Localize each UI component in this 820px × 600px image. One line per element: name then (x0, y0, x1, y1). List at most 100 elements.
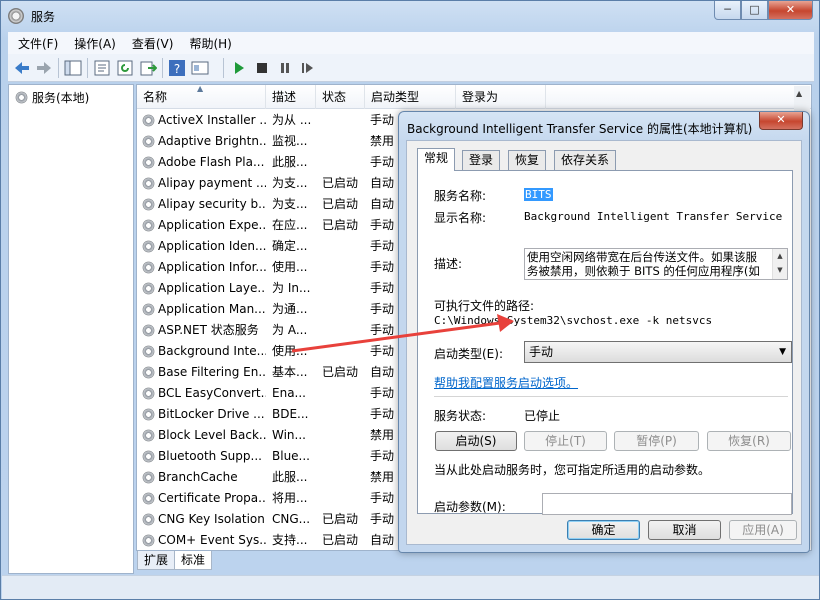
dialog-body: 常规 登录 恢复 依存关系 服务名称: BITS 显示名称: Backgroun… (406, 140, 802, 545)
tree-node-local-services[interactable]: 服务(本地) (14, 89, 89, 106)
service-description-cell: 在应... (272, 218, 308, 232)
tab-extended[interactable]: 扩展 (137, 551, 176, 570)
display-name-value[interactable]: Background Intelligent Transfer Service (524, 210, 782, 223)
startup-type-label: 启动类型(E): (434, 347, 503, 361)
sort-ascending-icon: ▲ (197, 84, 204, 93)
start-params-input[interactable] (542, 493, 792, 515)
service-name-cell: Block Level Back... (158, 428, 266, 442)
refresh-icon[interactable] (116, 59, 134, 77)
service-description-cell: 为 A... (272, 323, 308, 337)
service-description-cell: BDE... (272, 407, 309, 421)
service-description-cell: 确定... (272, 239, 308, 253)
dialog-close-button[interactable]: ✕ (759, 112, 803, 130)
start-params-label: 启动参数(M): (434, 500, 506, 514)
startup-type-value: 手动 (529, 345, 554, 359)
title-bar[interactable]: 服务 ─ □ ✕ (1, 1, 819, 31)
properties-icon[interactable] (93, 59, 111, 77)
tab-recovery[interactable]: 恢复 (508, 150, 547, 170)
pause-icon[interactable] (276, 59, 294, 77)
menu-file[interactable]: 文件(F) (18, 35, 58, 52)
cancel-button[interactable]: 取消 (648, 520, 721, 540)
service-name-cell: Alipay security b... (158, 197, 266, 211)
resume-button[interactable]: 恢复(R) (707, 431, 791, 451)
description-textbox[interactable]: 使用空闲网络带宽在后台传送文件。如果该服 务被禁用，则依赖于 BITS 的任何应… (524, 248, 788, 280)
pause-button[interactable]: 暂停(P) (614, 431, 699, 451)
gear-icon (141, 239, 156, 254)
service-status-cell: 已启动 (322, 512, 359, 526)
column-header-logon-as[interactable]: 登录为 (456, 85, 546, 109)
gear-icon (141, 407, 156, 422)
service-name-cell: BranchCache (158, 470, 238, 484)
menu-action[interactable]: 操作(A) (74, 35, 116, 52)
help-icon[interactable]: ? (168, 59, 186, 77)
tab-general[interactable]: 常规 (417, 148, 456, 171)
service-name-value[interactable]: BITS (524, 188, 553, 201)
services-tree: 服务(本地) (8, 84, 134, 574)
gear-icon (141, 302, 156, 317)
gear-icon (141, 365, 156, 380)
service-description-cell: 为支... (272, 176, 308, 190)
toolbar-separator (58, 58, 59, 78)
column-header-startup-type[interactable]: 启动类型 (365, 85, 456, 109)
dropdown-arrow-icon: ▼ (779, 347, 786, 357)
toolbar-separator (162, 58, 163, 78)
service-status-cell: 已启动 (322, 197, 359, 211)
display-name-label: 显示名称: (434, 211, 487, 225)
service-status-cell: 已启动 (322, 365, 359, 379)
gear-icon (141, 176, 156, 191)
service-name-cell: Certificate Propa... (158, 491, 266, 505)
service-name-cell: Application Man... (158, 302, 266, 316)
service-name-cell: Alipay payment ... (158, 176, 266, 190)
help-configure-link[interactable]: 帮助我配置服务启动选项。 (434, 374, 578, 391)
description-scrollbar[interactable]: ▲ ▼ (772, 249, 787, 279)
minimize-button[interactable]: ─ (714, 1, 741, 20)
list-header: 名称 ▲ 描述 状态 启动类型 登录为 (137, 85, 811, 109)
play-icon[interactable] (230, 59, 248, 77)
service-status-cell: 已启动 (322, 218, 359, 232)
executable-path-value[interactable]: C:\Windows\System32\svchost.exe -k netsv… (434, 314, 712, 327)
maximize-button[interactable]: □ (741, 1, 768, 20)
ok-button[interactable]: 确定 (567, 520, 640, 540)
menu-view[interactable]: 查看(V) (132, 35, 174, 52)
service-description-cell: 支持... (272, 533, 308, 547)
gear-icon (141, 323, 156, 338)
service-name-cell: Application Expe... (158, 218, 266, 232)
stop-icon[interactable] (253, 59, 271, 77)
start-params-hint: 当从此处启动服务时，您可指定所适用的启动参数。 (434, 463, 711, 477)
service-description-cell: 此服... (272, 470, 308, 484)
menu-help[interactable]: 帮助(H) (189, 35, 231, 52)
toolbar-separator (223, 58, 224, 78)
service-name-cell: Application Laye... (158, 281, 266, 295)
show-tree-icon[interactable] (64, 59, 82, 77)
restart-icon[interactable] (299, 59, 317, 77)
scroll-up-arrow-icon[interactable]: ▲ (796, 89, 802, 98)
service-description-cell: Blue... (272, 449, 310, 463)
view-icon[interactable] (191, 59, 209, 77)
start-button[interactable]: 启动(S) (435, 431, 517, 451)
column-header-status[interactable]: 状态 (316, 85, 365, 109)
service-status-cell: 已启动 (322, 533, 359, 547)
gear-icon (14, 90, 29, 105)
column-header-description[interactable]: 描述 (266, 85, 316, 109)
column-header-name[interactable]: 名称 ▲ (137, 85, 266, 109)
export-icon[interactable] (139, 59, 157, 77)
service-name-cell: Adobe Flash Pla... (158, 155, 265, 169)
service-description-cell: CNG... (272, 512, 311, 526)
tab-standard[interactable]: 标准 (174, 551, 213, 570)
service-description-cell: Ena... (272, 386, 306, 400)
service-name-cell: Application Iden... (158, 239, 266, 253)
service-description-cell: Win... (272, 428, 306, 442)
description-label: 描述: (434, 257, 463, 271)
tab-dependencies[interactable]: 依存关系 (554, 150, 617, 170)
service-name-cell: ActiveX Installer ... (158, 113, 266, 127)
tab-logon[interactable]: 登录 (462, 150, 501, 170)
description-line: 务被禁用，则依赖于 BITS 的任何应用程序(如 (527, 264, 760, 278)
toolbar-separator (87, 58, 88, 78)
close-button[interactable]: ✕ (768, 1, 813, 20)
apply-button[interactable]: 应用(A) (729, 520, 797, 540)
forward-icon[interactable] (35, 59, 53, 77)
back-icon[interactable] (13, 59, 31, 77)
stop-button[interactable]: 停止(T) (524, 431, 607, 451)
service-name-cell: Bluetooth Supp... (158, 449, 262, 463)
startup-type-dropdown[interactable]: 手动 ▼ (524, 341, 792, 363)
